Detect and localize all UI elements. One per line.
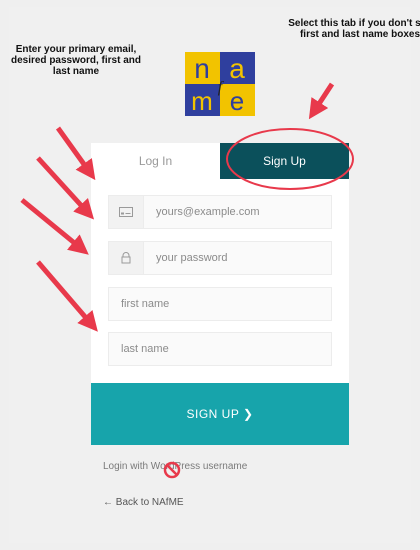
logo-letter-a: a: [229, 53, 245, 84]
tab-log-in[interactable]: Log In: [91, 143, 220, 179]
back-to-nafme-link[interactable]: ← Back to NAfME: [103, 497, 184, 508]
first-name-placeholder: first name: [121, 298, 170, 310]
email-field[interactable]: yours@example.com: [108, 195, 332, 229]
logo-letter-e: e: [230, 86, 244, 116]
left-instruction-note: Enter your primary email, desired passwo…: [10, 44, 142, 77]
envelope-icon: [109, 196, 144, 228]
wordpress-login-link[interactable]: Login with WordPress username: [103, 461, 247, 472]
password-field[interactable]: your password: [108, 241, 332, 275]
right-instruction-note: Select this tab if you don't see first a…: [288, 18, 420, 40]
password-placeholder: your password: [156, 252, 228, 264]
logo-letter-n: n: [194, 53, 210, 84]
auth-card: Log In Sign Up yours@example.com your pa…: [91, 143, 349, 445]
sign-up-button[interactable]: SIGN UP ❯: [91, 383, 349, 445]
email-placeholder: yours@example.com: [156, 206, 260, 218]
last-name-field[interactable]: last name: [108, 332, 332, 366]
lock-icon: [109, 242, 144, 274]
tab-sign-up[interactable]: Sign Up: [220, 143, 349, 179]
nafme-logo: n a f m e: [185, 52, 255, 116]
first-name-field[interactable]: first name: [108, 287, 332, 321]
auth-tabs: Log In Sign Up: [91, 143, 349, 179]
logo-letter-m: m: [191, 86, 213, 116]
last-name-placeholder: last name: [121, 343, 169, 355]
